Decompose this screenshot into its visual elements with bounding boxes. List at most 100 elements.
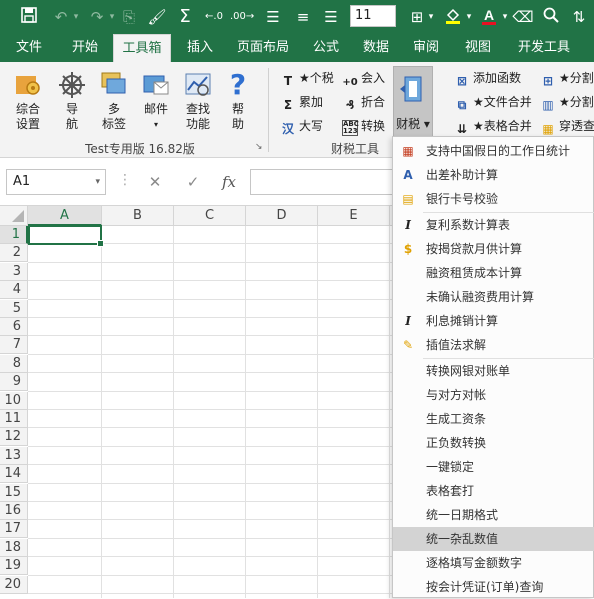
split-button-2[interactable]: ▥ ★分割 [540, 92, 593, 112]
row-header[interactable]: 9 [0, 373, 28, 392]
selected-cell[interactable] [28, 225, 104, 247]
column-header-b[interactable]: B [102, 206, 174, 226]
round-button[interactable]: +0 会入 [342, 68, 385, 88]
menu-item[interactable]: $ 按揭贷款月供计算 [393, 237, 594, 261]
tab-formulas[interactable]: 公式 [304, 34, 348, 62]
menu-item[interactable]: 未确认融资费用计算 [393, 285, 594, 309]
menu-item[interactable]: I 复利系数计算表 [393, 213, 594, 237]
menu-item[interactable]: ✎ 插值法求解 [393, 333, 594, 357]
font-size-input[interactable]: 11 [350, 5, 396, 27]
uppercase-button[interactable]: 汉大写 [280, 116, 323, 136]
menu-item[interactable]: 逐格填写金额数字 [393, 551, 594, 575]
paste-icon[interactable]: ⎘ [118, 6, 140, 28]
row-header[interactable]: 18 [0, 538, 28, 557]
find-function-button[interactable]: 查找 功能 [178, 70, 218, 132]
tab-view[interactable]: 视图 [456, 34, 500, 62]
menu-item[interactable]: 表格套打 [393, 479, 594, 503]
row-header[interactable]: 6 [0, 318, 28, 336]
sort-icon[interactable]: ⇅ [568, 6, 590, 28]
column-header-d[interactable]: D [246, 206, 318, 226]
increase-decimal-icon[interactable]: ←.0 [202, 6, 226, 28]
decrease-decimal-icon[interactable]: .00→ [230, 6, 254, 28]
tab-toolbox[interactable]: 工具箱 [113, 34, 171, 62]
redo-icon[interactable]: ↷ [86, 6, 108, 28]
fill-color-dropdown-icon[interactable]: ▾ [464, 6, 474, 28]
sum-icon[interactable]: Σ [174, 6, 196, 28]
select-all-corner[interactable] [0, 206, 28, 226]
fill-color-icon[interactable] [442, 6, 464, 28]
column-header-c[interactable]: C [174, 206, 246, 226]
menu-item[interactable]: A 出差补助计算 [393, 163, 594, 187]
menu-item[interactable]: ▤ 银行卡号校验 [393, 187, 594, 211]
format-painter-icon[interactable]: 🖌 [146, 6, 168, 28]
tab-file[interactable]: 文件 [6, 34, 52, 62]
undo-icon[interactable]: ↶ [50, 6, 72, 28]
accumulate-button[interactable]: Σ 累加 [280, 92, 323, 112]
row-header[interactable]: 14 [0, 465, 28, 484]
font-color-dropdown-icon[interactable]: ▾ [500, 6, 510, 28]
multi-tab-button[interactable]: 多 标签 [94, 70, 134, 132]
insert-function-icon[interactable]: fx [218, 171, 240, 193]
menu-item[interactable]: I 利息摊销计算 [393, 309, 594, 333]
search-icon[interactable] [540, 6, 562, 28]
clear-format-icon[interactable]: ⌫ [512, 6, 534, 28]
navigation-button[interactable]: 导 航 [52, 70, 92, 132]
row-header[interactable]: 12 [0, 428, 28, 447]
column-header-a[interactable]: A [28, 206, 102, 226]
menu-item[interactable]: 融资租赁成本计算 [393, 261, 594, 285]
dialog-launcher-icon[interactable]: ↘ [255, 142, 263, 152]
row-header[interactable]: 2 [0, 244, 28, 263]
menu-item[interactable]: 生成工资条 [393, 407, 594, 431]
menu-item[interactable]: 转换网银对账单 [393, 359, 594, 383]
row-header[interactable]: 4 [0, 281, 28, 300]
redo-dropdown-icon[interactable]: ▾ [106, 6, 118, 28]
help-button[interactable]: ? 帮 助 [218, 70, 258, 132]
convert-rate-button[interactable]: ₰ 折合 [342, 92, 385, 112]
menu-item[interactable]: 正负数转换 [393, 431, 594, 455]
align-center-icon[interactable]: ≡ [292, 6, 314, 28]
font-color-icon[interactable]: A [478, 6, 500, 28]
enter-icon[interactable]: ✓ [182, 171, 204, 193]
borders-icon[interactable]: ⊞ [406, 6, 428, 28]
split-button-1[interactable]: ⊞ ★分割 [540, 68, 594, 88]
name-box[interactable]: A1 ▾ [6, 169, 106, 195]
abc-convert-button[interactable]: ABC 123 转换 [342, 116, 385, 136]
file-merge-button[interactable]: ⧉ ★文件合并 [454, 92, 532, 112]
undo-dropdown-icon[interactable]: ▾ [70, 6, 82, 28]
menu-item[interactable]: 与对方对帐 [393, 383, 594, 407]
save-icon[interactable] [18, 6, 40, 28]
tab-page-layout[interactable]: 页面布局 [230, 34, 296, 62]
tab-review[interactable]: 审阅 [404, 34, 448, 62]
row-header[interactable]: 5 [0, 299, 28, 318]
align-left-icon[interactable]: ☰ [262, 6, 284, 28]
column-header-e[interactable]: E [318, 206, 390, 226]
cancel-icon[interactable]: ✕ [144, 171, 166, 193]
tab-home[interactable]: 开始 [60, 34, 110, 62]
row-header[interactable]: 16 [0, 502, 28, 520]
menu-item[interactable]: 统一日期格式 [393, 503, 594, 527]
table-merge-button[interactable]: ⇊ ★表格合并 [454, 116, 532, 136]
settings-button[interactable]: 综合 设置 [8, 70, 48, 132]
tab-developer[interactable]: 开发工具 [508, 34, 580, 62]
drill-through-button[interactable]: ▦ 穿透查 [540, 116, 594, 136]
align-right-icon[interactable]: ☰ [320, 6, 342, 28]
caishui-dropdown-button[interactable]: 财税 ▾ [393, 66, 433, 138]
personal-tax-button[interactable]: T ★个税 [280, 68, 334, 88]
row-header[interactable]: 8 [0, 354, 28, 373]
tab-insert[interactable]: 插入 [176, 34, 224, 62]
row-header[interactable]: 10 [0, 391, 28, 410]
borders-dropdown-icon[interactable]: ▾ [426, 6, 436, 28]
name-box-dropdown-icon[interactable]: ▾ [95, 170, 100, 194]
add-function-button[interactable]: ⊠ 添加函数 [454, 68, 521, 88]
tab-data[interactable]: 数据 [354, 34, 398, 62]
row-header[interactable]: 19 [0, 557, 28, 576]
menu-item[interactable]: ▦ 支持中国假日的工作日统计 [393, 139, 594, 163]
row-header[interactable]: 7 [0, 336, 28, 355]
row-header[interactable]: 17 [0, 520, 28, 539]
row-header[interactable]: 13 [0, 446, 28, 465]
row-header[interactable]: 1 [0, 226, 28, 244]
menu-item[interactable]: 按会计凭证(订单)查询 [393, 575, 594, 599]
menu-item[interactable]: 统一杂乱数值 [393, 527, 594, 551]
row-header[interactable]: 3 [0, 262, 28, 281]
mail-button[interactable]: 邮件 ▾ [136, 70, 176, 132]
